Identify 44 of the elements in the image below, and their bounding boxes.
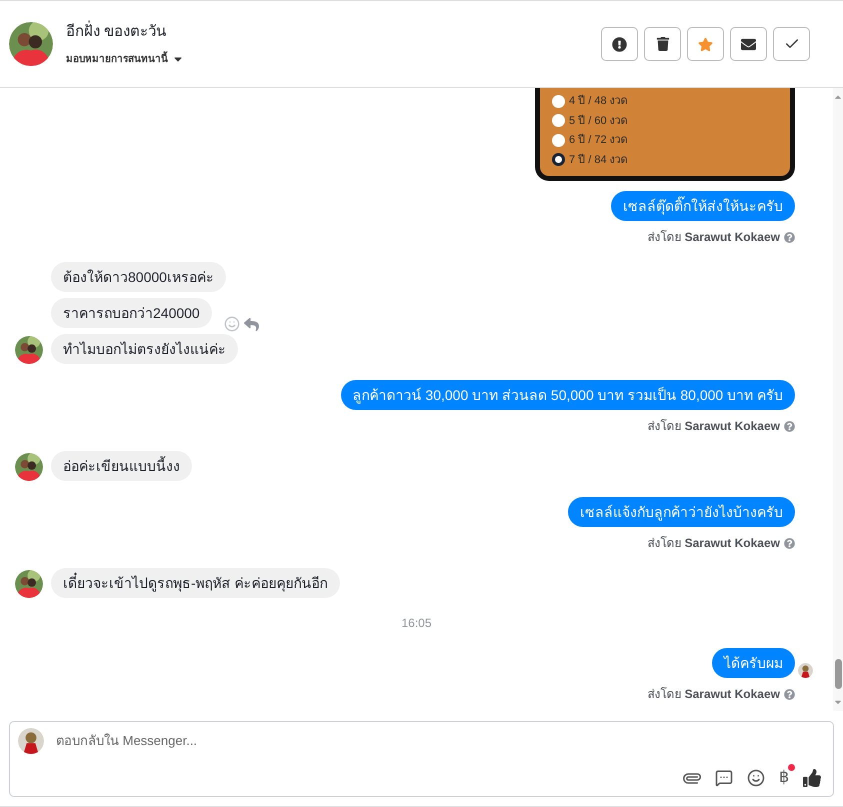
contact-avatar <box>9 22 53 66</box>
avatar <box>18 728 44 754</box>
incoming-message: เดี๋ยวจะเข้าไปดูรถพุธ-พฤหัส ค่ะค่อยคุยกันอีก <box>51 568 340 598</box>
avatar <box>798 663 813 678</box>
toolbar-button[interactable] <box>644 27 681 61</box>
contact-name: อีกฝั่ง ของตะวัน <box>66 21 184 44</box>
avatar <box>15 570 43 598</box>
envelope-icon <box>741 36 756 52</box>
avatar <box>15 453 43 481</box>
like-icon[interactable] <box>803 769 821 787</box>
sent-by-label: ส่งโดย Sarawut Kokaew <box>647 418 780 435</box>
outgoing-message: เซลล์ตุ๊ดติ๊กให้ส่งให้นะครับ <box>611 191 795 221</box>
assign-dropdown[interactable]: มอบหมายการสนทนานี้ <box>66 52 184 67</box>
toolbar-button[interactable] <box>601 27 638 61</box>
payment-button[interactable]: ฿ <box>779 769 789 786</box>
help-icon <box>784 538 795 548</box>
help-icon <box>784 420 795 432</box>
timestamp: 16:05 <box>401 615 432 632</box>
option-label: 5 ปี / 60 งวด <box>569 114 628 128</box>
incoming-message: ราคารถบอกว่า240000 <box>51 298 212 328</box>
option-label: 7 ปี / 84 งวด <box>569 152 628 168</box>
incoming-message: ทำไมบอกไม่ตรงยังไงแน่ค่ะ <box>51 334 238 364</box>
option-label: 4 ปี / 48 งวด <box>569 94 628 109</box>
reply-box[interactable]: ตอบกลับใน Messenger... ฿ <box>9 721 834 797</box>
help-icon <box>784 232 795 242</box>
outgoing-message: ได้ครับผม <box>712 648 795 678</box>
sent-by-label: ส่งโดย Sarawut Kokaew <box>647 535 780 552</box>
reply-input[interactable]: ตอบกลับใน Messenger... <box>56 731 825 751</box>
toolbar-button[interactable] <box>730 27 767 61</box>
avatar <box>15 336 43 364</box>
emoji-icon[interactable] <box>747 769 765 787</box>
incoming-message: ต้องให้ดาว80000เหรอค่ะ <box>51 262 226 292</box>
sent-by-label: ส่งโดย Sarawut Kokaew <box>647 686 780 703</box>
option-label: 6 ปี / 72 งวด <box>569 132 628 148</box>
scroll-thumb[interactable] <box>834 659 842 689</box>
chat-bubble-icon[interactable] <box>715 769 733 787</box>
sent-by-label: ส่งโดย Sarawut Kokaew <box>647 229 780 246</box>
incoming-message: อ่อค่ะเขียนแบบนี้งง <box>51 451 192 481</box>
alert-icon <box>612 36 627 52</box>
trash-icon <box>656 37 670 51</box>
outgoing-message: เซลล์แจ้งกับลูกค้าว่ายังไงบ้างครับ <box>568 497 795 527</box>
reply-icon[interactable] <box>244 316 259 332</box>
help-icon <box>784 688 795 700</box>
outgoing-message: ลูกค้าดาวน์ 30,000 บาท ส่วนลด 50,000 บาท รวมเป็น 80,000 บาท ครับ <box>340 380 795 410</box>
